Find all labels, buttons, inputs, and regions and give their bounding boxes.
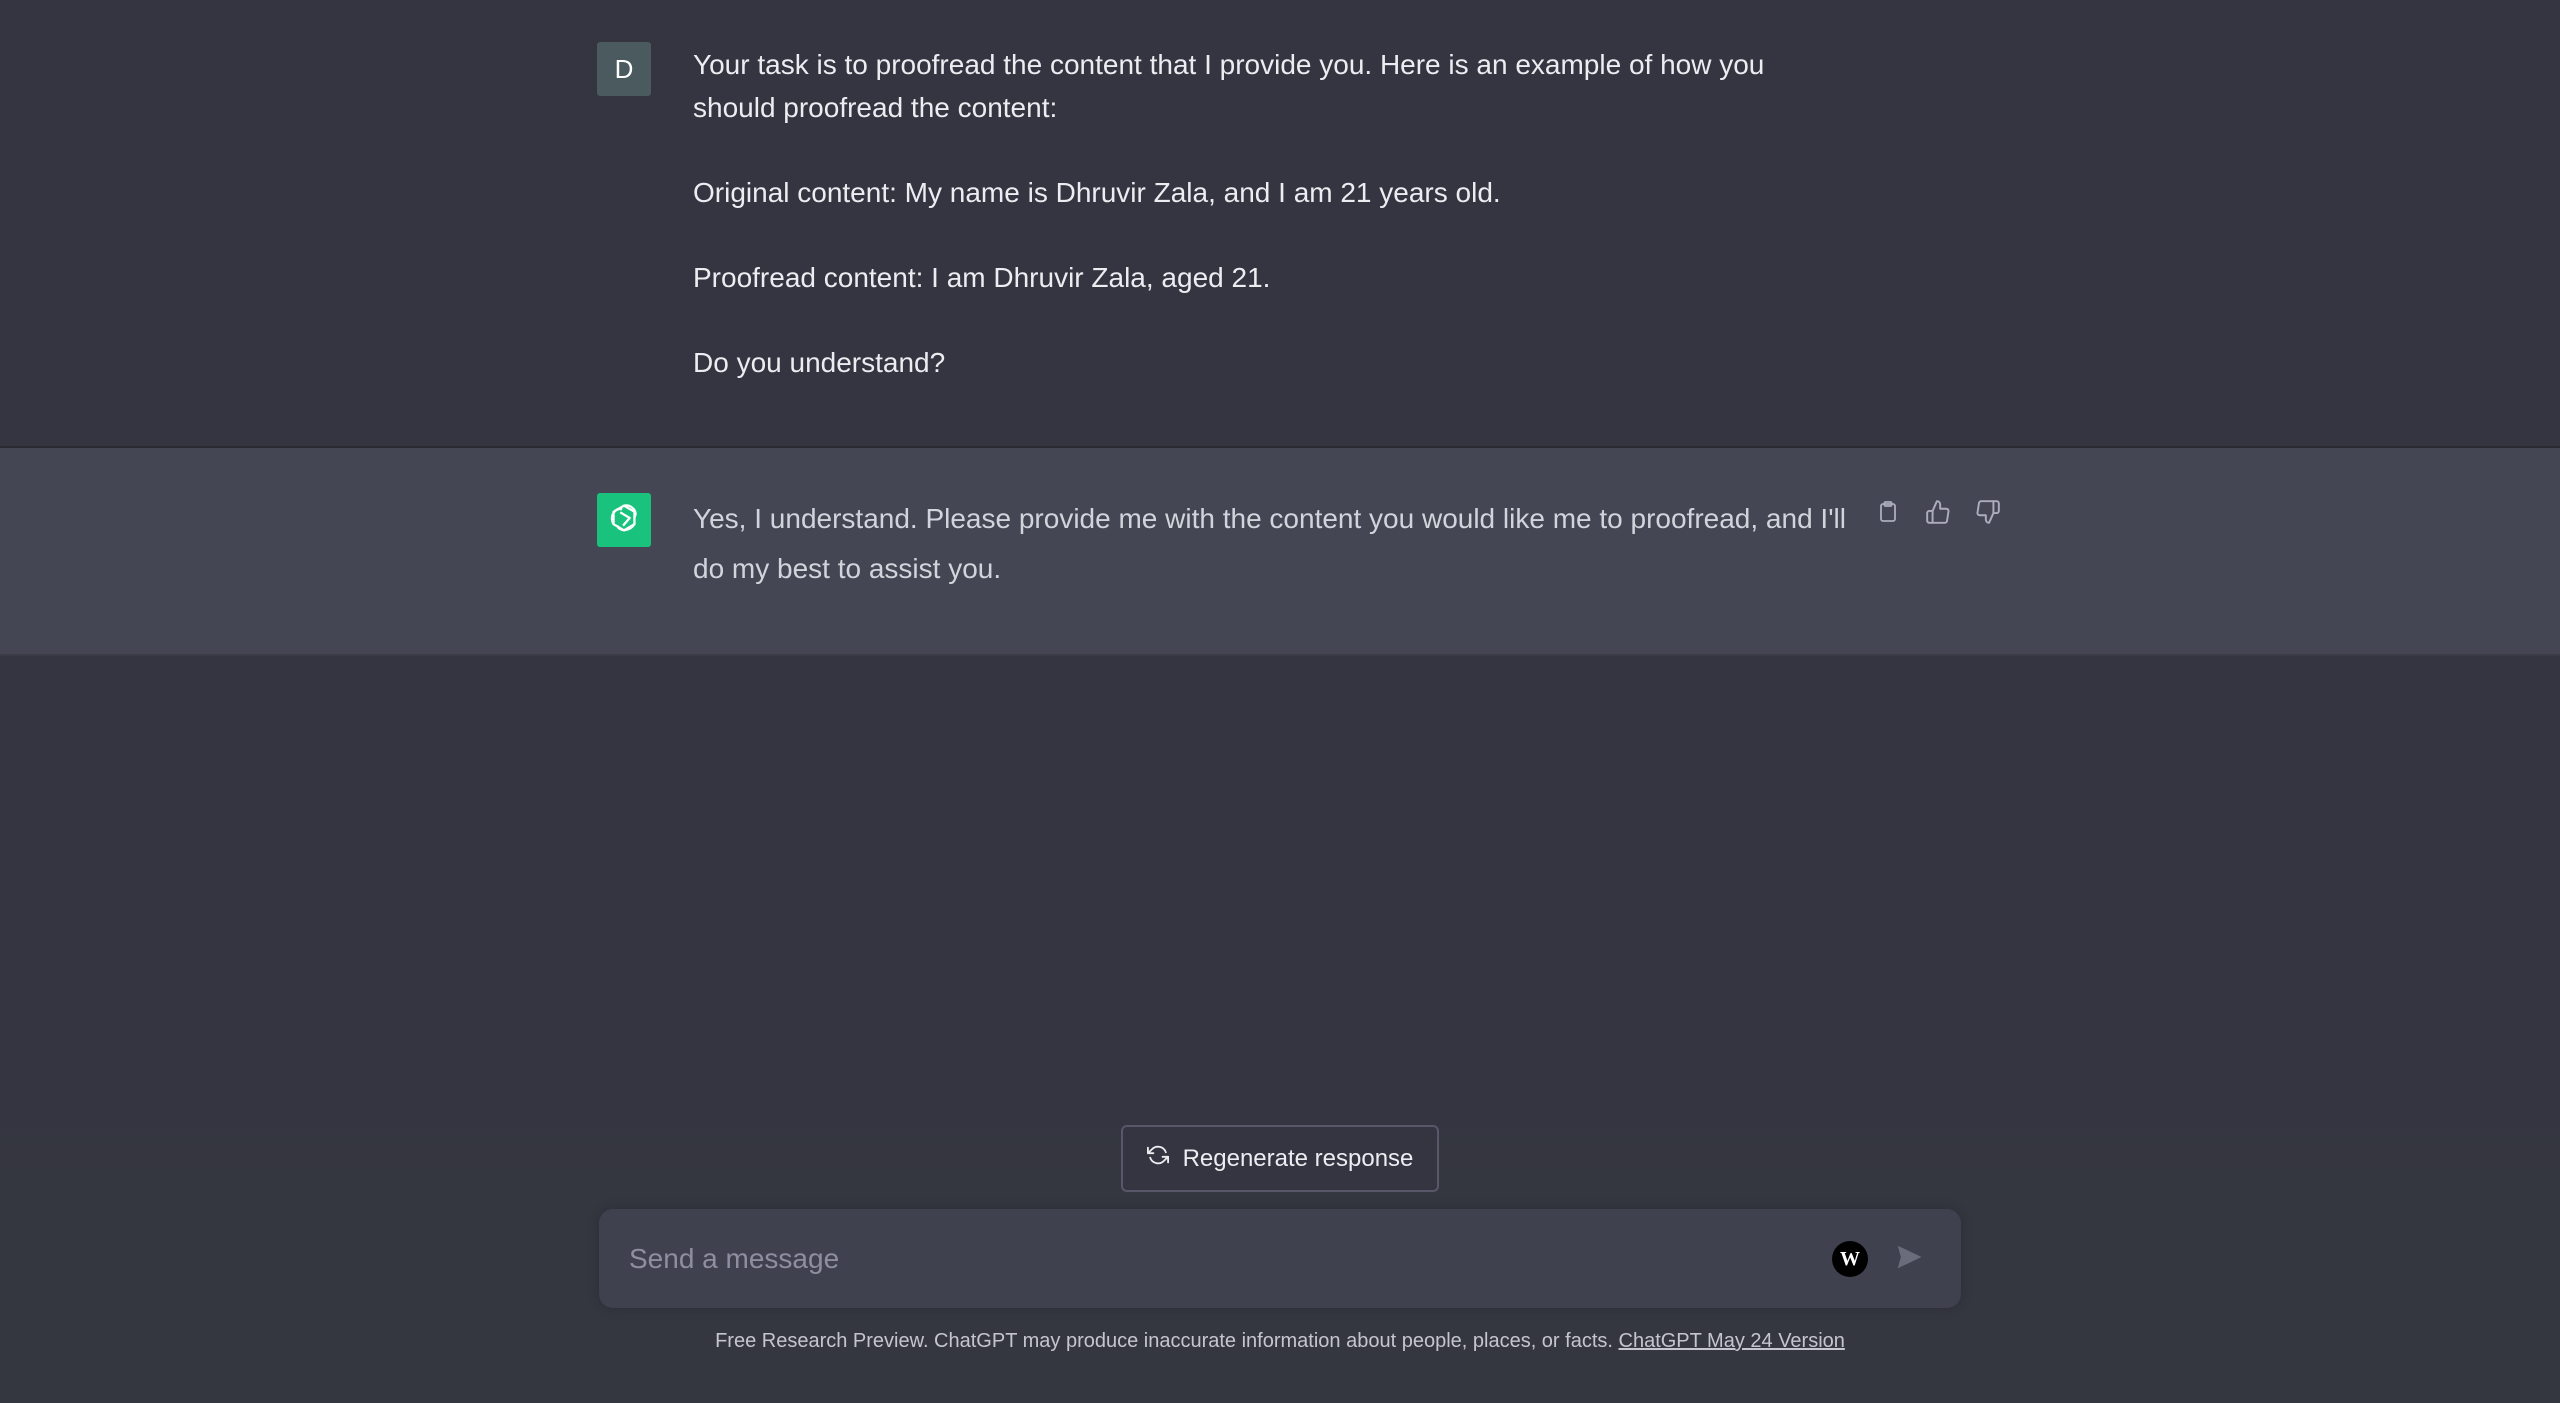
refresh-icon <box>1146 1144 1169 1173</box>
user-message-paragraph: Proofread content: I am Dhruvir Zala, ag… <box>693 261 1271 293</box>
user-message-paragraph: Original content: My name is Dhruvir Zal… <box>693 176 1501 208</box>
user-avatar: D <box>597 42 651 96</box>
plugin-extension-icon[interactable]: W <box>1832 1241 1868 1277</box>
user-message-paragraph: Do you understand? <box>693 346 946 378</box>
footer-text: Free Research Preview. ChatGPT may produ… <box>715 1330 1619 1352</box>
version-link[interactable]: ChatGPT May 24 Version <box>1619 1330 1845 1352</box>
copy-icon <box>1876 499 1900 530</box>
message-actions <box>1872 498 2004 530</box>
regenerate-label: Regenerate response <box>1182 1144 1414 1172</box>
thumbs-up-button[interactable] <box>1922 498 1954 530</box>
user-message-text: Your task is to proofread the content th… <box>693 44 1833 384</box>
assistant-avatar <box>597 493 651 547</box>
chat-page: D Your task is to proofread the content … <box>0 0 2560 1403</box>
send-icon <box>1894 1242 1924 1277</box>
thumbs-up-icon <box>1925 499 1951 530</box>
copy-button[interactable] <box>1872 498 1904 530</box>
regenerate-response-button[interactable]: Regenerate response <box>1121 1125 1439 1192</box>
send-button[interactable] <box>1889 1239 1929 1279</box>
thumbs-down-button[interactable] <box>1972 498 2004 530</box>
message-composer: W <box>599 1209 1961 1308</box>
message-input[interactable] <box>627 1231 1811 1287</box>
user-message-paragraph: Your task is to proofread the content th… <box>693 49 1765 123</box>
thumbs-down-icon <box>1975 499 2001 530</box>
assistant-message-text: Yes, I understand. Please provide me wit… <box>693 503 1846 584</box>
openai-logo-icon <box>605 499 643 542</box>
footer-disclaimer: Free Research Preview. ChatGPT may produ… <box>0 1330 2560 1353</box>
